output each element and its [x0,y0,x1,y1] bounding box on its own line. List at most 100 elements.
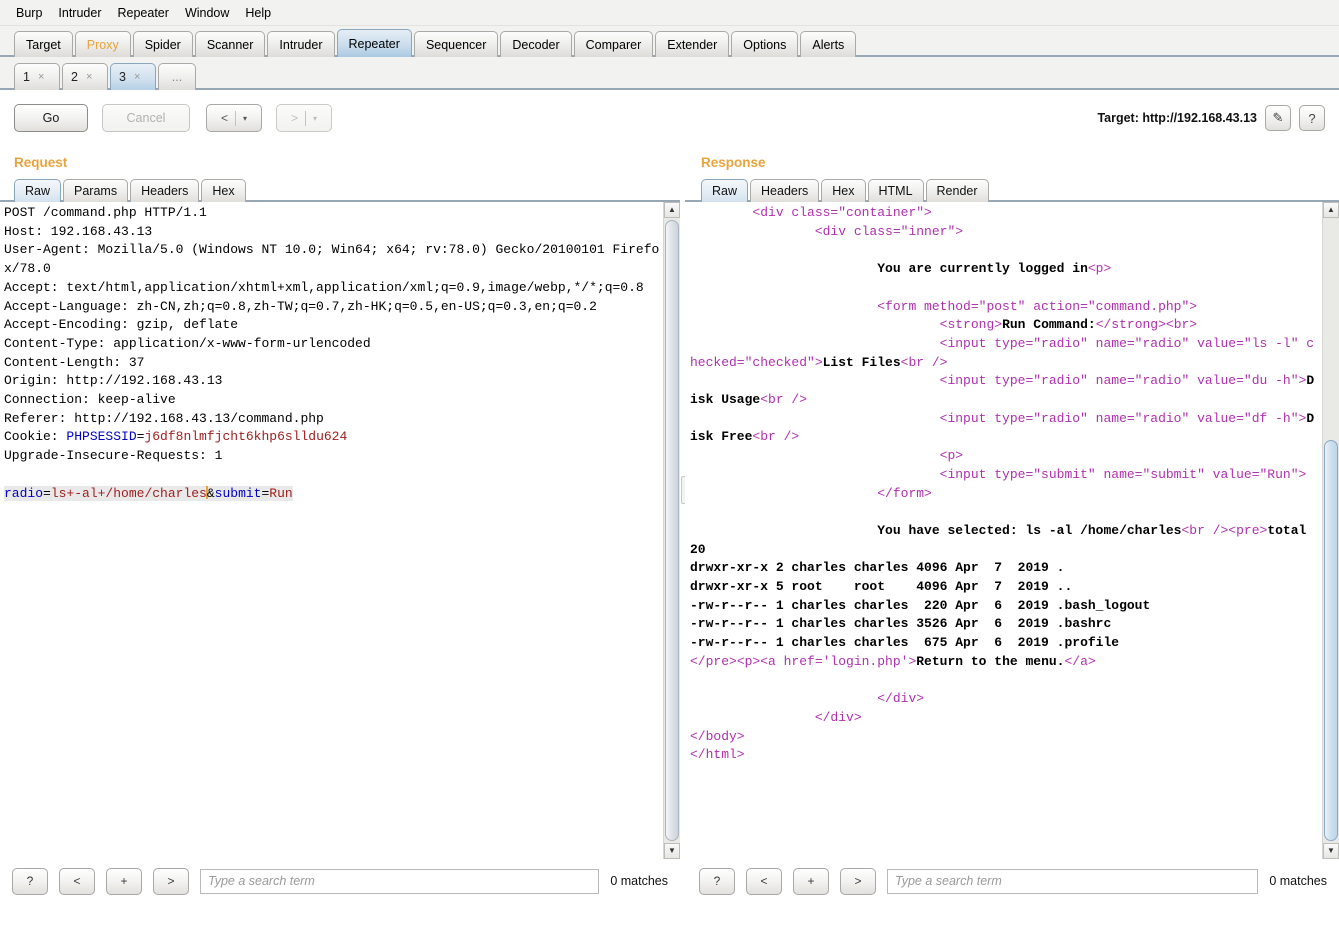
response-tab-hex[interactable]: Hex [821,179,866,202]
request-title: Request [14,155,68,170]
response-tag: </form> [877,485,932,501]
response-search-next-button[interactable]: > [840,867,876,895]
scroll-track[interactable] [1323,218,1339,843]
response-editor-wrap: <div class="container"> <div class="inne… [685,202,1339,859]
tab-proxy[interactable]: Proxy [74,31,131,57]
menu-item-repeater[interactable]: Repeater [110,4,177,22]
request-tab-bar: Raw Params Headers Hex [0,176,680,202]
request-body-line: radio=ls+-al+/home/charles&submit=Run [4,485,293,501]
close-icon[interactable]: × [134,71,140,83]
tab-decoder[interactable]: Decoder [500,31,572,57]
tab-comparer[interactable]: Comparer [573,31,654,57]
scroll-thumb[interactable] [1324,440,1338,841]
request-panel: Request Raw Params Headers Hex POST /com… [0,146,680,903]
close-icon[interactable]: × [38,71,44,83]
response-search-prev-button[interactable]: < [746,867,782,895]
tab-extender[interactable]: Extender [655,31,730,57]
repeater-tab-2-label: 2 [71,70,78,84]
scroll-down-icon[interactable]: ▼ [664,843,680,859]
menu-item-burp[interactable]: Burp [8,4,50,22]
menu-item-window[interactable]: Window [177,4,237,22]
response-tab-html[interactable]: HTML [867,179,924,202]
tab-spider[interactable]: Spider [132,31,193,57]
response-match-count: 0 matches [1269,874,1327,888]
menu-item-help[interactable]: Help [237,4,279,22]
target-area: Target: http://192.168.43.13 ✎ ? [1097,105,1325,131]
response-search-add-button[interactable]: + [793,867,829,895]
help-icon[interactable]: ? [1299,105,1325,131]
request-editor[interactable]: POST /command.php HTTP/1.1 Host: 192.168… [0,202,663,859]
response-tab-headers[interactable]: Headers [750,179,820,202]
request-match-count: 0 matches [610,874,668,888]
request-search-input[interactable]: Type a search term [200,868,600,894]
response-text: Run Command: [1002,317,1096,333]
request-line: Connection: keep-alive [4,392,176,408]
response-tag: </html> [690,747,745,763]
body-param-radio-value: ls+-al+/home/charles [50,485,207,501]
back-button[interactable]: < ▾ [206,104,262,132]
response-tag: <pre> [1228,522,1268,538]
repeater-tab-more[interactable]: ... [158,63,196,90]
request-editor-wrap: POST /command.php HTTP/1.1 Host: 192.168… [0,202,680,859]
tab-scanner[interactable]: Scanner [194,31,266,57]
tab-sequencer[interactable]: Sequencer [413,31,499,57]
close-icon[interactable]: × [86,71,92,83]
request-search-help-button[interactable]: ? [12,867,48,895]
request-tab-hex[interactable]: Hex [201,179,246,202]
request-line: Referer: http://192.168.43.13/command.ph… [4,410,324,426]
request-tab-headers[interactable]: Headers [130,179,200,202]
scroll-up-icon[interactable]: ▲ [664,202,680,218]
repeater-tab-2[interactable]: 2 × [62,63,108,90]
scroll-up-icon[interactable]: ▲ [1323,202,1339,218]
response-text: You are currently logged in [877,261,1088,277]
response-tag: </a> [1064,653,1096,669]
scroll-track[interactable] [664,218,680,843]
go-button[interactable]: Go [14,104,88,132]
request-tab-params[interactable]: Params [63,179,129,202]
response-tab-render[interactable]: Render [925,179,989,202]
pencil-icon[interactable]: ✎ [1265,105,1291,131]
ls-row: drwxr-xr-x 2 charles charles 4096 Apr 7 … [690,560,1065,576]
request-scrollbar[interactable]: ▲ ▼ [663,202,680,859]
request-line: Host: 192.168.43.13 [4,223,153,239]
response-title: Response [701,155,766,170]
response-editor[interactable]: <div class="container"> <div class="inne… [685,202,1322,859]
scroll-thumb[interactable] [665,220,679,841]
response-search-help-button[interactable]: ? [699,867,735,895]
chevron-down-icon: ▾ [243,113,248,123]
response-tag: <strong> [939,317,1003,333]
request-tab-raw[interactable]: Raw [14,179,62,202]
response-scrollbar[interactable]: ▲ ▼ [1322,202,1339,859]
tab-intruder[interactable]: Intruder [267,31,335,57]
tab-repeater[interactable]: Repeater [336,29,412,57]
scroll-down-icon[interactable]: ▼ [1323,843,1339,859]
response-tab-raw[interactable]: Raw [701,179,749,202]
forward-button[interactable]: > ▾ [276,104,332,132]
request-search-add-button[interactable]: + [106,867,142,895]
response-tag: <br /> [900,354,948,370]
triangle-up: ▲ [668,205,676,214]
request-line: POST /command.php HTTP/1.1 [4,205,207,220]
tab-alerts[interactable]: Alerts [800,31,857,57]
response-tag: </strong> [1095,317,1166,333]
repeater-tab-3[interactable]: 3 × [110,63,156,90]
response-tag: <div class="inner"> [814,223,964,239]
response-tag: </pre> [690,653,737,669]
repeater-tab-1[interactable]: 1 × [14,63,60,90]
ls-row: -rw-r--r-- 1 charles charles 3526 Apr 6 … [690,616,1112,632]
response-search-input[interactable]: Type a search term [887,868,1259,894]
tab-target[interactable]: Target [14,31,73,57]
tab-options[interactable]: Options [731,31,799,57]
body-param-radio-key: radio [4,485,44,501]
request-search-prev-button[interactable]: < [59,867,95,895]
repeater-toolbar: Go Cancel < ▾ > ▾ Target: http://192.168… [0,90,1339,146]
response-panel: Response Raw Headers Hex HTML Render <di… [685,146,1339,903]
request-line: Origin: http://192.168.43.13 [4,373,223,389]
request-cookie-line: Cookie: PHPSESSID=j6df8nlmfjcht6khp6slld… [4,429,347,444]
menu-item-intruder[interactable]: Intruder [50,4,109,22]
response-tag: <form method="post" action="command.php"… [877,298,1198,314]
cancel-button[interactable]: Cancel [102,104,190,132]
response-tag: <p> [1087,261,1112,277]
request-search-next-button[interactable]: > [153,867,189,895]
ampersand: & [206,485,215,501]
